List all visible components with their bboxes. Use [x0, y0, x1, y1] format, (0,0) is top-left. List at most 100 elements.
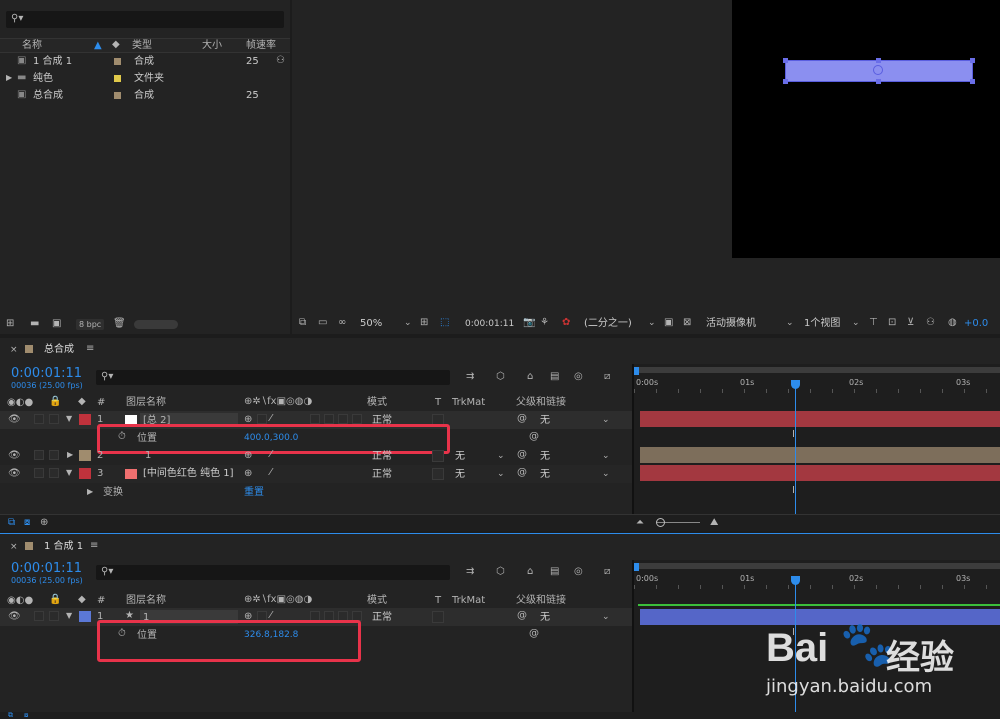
- fast-previews-icon[interactable]: ▣: [664, 318, 673, 328]
- label-swatch[interactable]: [79, 468, 91, 479]
- mode-dropdown[interactable]: 正常: [372, 470, 392, 480]
- layer-name[interactable]: [中间色红色 纯色 1]: [143, 469, 234, 479]
- expand-arrow-icon[interactable]: ▶: [6, 74, 12, 82]
- viewer-timecode[interactable]: 0:00:01:11: [465, 320, 514, 329]
- zoom-out-icon[interactable]: ⏶: [636, 518, 644, 528]
- eye-icon[interactable]: 👁: [8, 415, 21, 425]
- layer-row[interactable]: 👁 ▼ 3 [中间色红色 纯色 1] ⊕ ⁄ 正常 无 ⌄ @ 无 ⌄: [0, 465, 632, 483]
- expand-switches-icon[interactable]: ⧉: [8, 518, 15, 528]
- views-dropdown[interactable]: 1个视图: [804, 319, 840, 329]
- render-icon[interactable]: ⊡: [888, 318, 896, 328]
- exposure-reset-icon[interactable]: ◍: [948, 318, 957, 328]
- trash-icon[interactable]: 🗑: [113, 319, 126, 329]
- mode-dropdown[interactable]: 正常: [372, 452, 392, 462]
- reset-link[interactable]: 重置: [244, 488, 264, 498]
- new-folder-icon[interactable]: ▬: [30, 319, 39, 329]
- composition-mini-flowchart-icon[interactable]: ⇉: [466, 372, 474, 382]
- tab-menu-icon[interactable]: ≡: [86, 344, 94, 354]
- region-of-interest-icon[interactable]: ⬚: [440, 318, 449, 328]
- lock-icon[interactable]: 🔒: [49, 595, 61, 605]
- parent-dropdown[interactable]: 无: [540, 613, 550, 623]
- eye-icon[interactable]: 👁: [8, 612, 21, 622]
- pickwhip-icon[interactable]: @: [517, 468, 527, 478]
- mask-visibility-icon[interactable]: ∞: [338, 318, 346, 328]
- new-composition-icon[interactable]: ▣: [52, 319, 61, 329]
- transparency-grid-icon[interactable]: ⊠: [683, 318, 691, 328]
- video-switch-icon[interactable]: ◉◐●: [7, 596, 33, 606]
- draft-3d-icon[interactable]: ⬡: [496, 372, 505, 382]
- camera-dropdown[interactable]: 活动摄像机: [706, 319, 756, 329]
- exposure-value[interactable]: +0.0: [964, 319, 988, 329]
- bounding-box-handle[interactable]: [783, 58, 788, 63]
- trkmat-dropdown[interactable]: 无: [455, 452, 465, 462]
- color-channels-icon[interactable]: ✿: [562, 318, 570, 328]
- solo-switch[interactable]: [34, 450, 44, 460]
- layer-bar[interactable]: [640, 465, 1000, 481]
- current-time[interactable]: 0:00:01:11: [11, 562, 82, 575]
- interpret-footage-icon[interactable]: ⊞: [6, 319, 14, 329]
- collapse-switch-icon[interactable]: ⊕: [244, 451, 252, 461]
- snapshot-icon[interactable]: 📷: [523, 318, 535, 328]
- parent-dropdown[interactable]: 无: [540, 452, 550, 462]
- lock-switch[interactable]: [49, 414, 59, 424]
- work-area-bar[interactable]: [638, 563, 1000, 569]
- preserve-transparency-switch[interactable]: [432, 468, 444, 480]
- work-area-start[interactable]: [634, 563, 639, 571]
- column-parent[interactable]: 父级和链接: [516, 398, 566, 408]
- work-area-start[interactable]: [634, 367, 639, 375]
- pickwhip-icon[interactable]: @: [517, 611, 527, 621]
- project-item[interactable]: ▣ 1 合成 1 合成 25 ⚇: [0, 54, 290, 71]
- expand-modes-icon[interactable]: ⧇: [24, 518, 30, 528]
- switch-box[interactable]: [257, 414, 267, 424]
- switch-box[interactable]: [310, 414, 320, 424]
- layer-search-input[interactable]: ⚲▾: [96, 565, 450, 580]
- pickwhip-icon[interactable]: @: [517, 414, 527, 424]
- timeline-tab[interactable]: 总合成: [44, 345, 74, 355]
- label-swatch[interactable]: [114, 58, 121, 65]
- sort-arrow-icon[interactable]: ▲: [94, 41, 102, 51]
- zoom-dropdown[interactable]: 50%: [360, 319, 382, 329]
- expand-duration-icon[interactable]: ⊕: [40, 518, 48, 528]
- pickwhip-icon[interactable]: @: [529, 629, 539, 639]
- label-swatch[interactable]: [79, 611, 91, 622]
- motion-blur-icon[interactable]: ◎: [574, 567, 583, 577]
- monitor-icon[interactable]: ▭: [318, 318, 327, 328]
- quality-switch-icon[interactable]: ⁄: [270, 414, 272, 424]
- project-search-input[interactable]: ⚲▾: [6, 11, 284, 28]
- switch-box[interactable]: [338, 414, 348, 424]
- safe-margins-icon[interactable]: ⊞: [420, 318, 428, 328]
- label-swatch[interactable]: [79, 450, 91, 461]
- twirl-down-icon[interactable]: ▼: [66, 469, 72, 477]
- preserve-transparency-switch[interactable]: [432, 611, 444, 623]
- layer-row[interactable]: 👁 ▶ 2 1 ⊕ ⁄ 正常 无 ⌄ @ 无 ⌄: [0, 447, 632, 465]
- switch-box[interactable]: [324, 414, 334, 424]
- column-name[interactable]: 名称: [22, 41, 42, 51]
- toggle-pixel-aspect-icon[interactable]: ⊤: [869, 318, 878, 328]
- column-parent[interactable]: 父级和链接: [516, 596, 566, 606]
- lock-switch[interactable]: [49, 468, 59, 478]
- quality-switch-icon[interactable]: ⁄: [270, 450, 272, 460]
- shy-layers-icon[interactable]: ⌂: [527, 372, 533, 382]
- close-tab-icon[interactable]: ×: [10, 346, 18, 355]
- label-swatch[interactable]: [114, 92, 121, 99]
- pickwhip-icon[interactable]: @: [529, 432, 539, 442]
- project-item[interactable]: ▶ ▬ 纯色 文件夹: [0, 71, 290, 88]
- draft-3d-icon[interactable]: ⬡: [496, 567, 505, 577]
- project-item[interactable]: ▣ 总合成 合成 25: [0, 88, 290, 105]
- project-scrollbar[interactable]: [134, 320, 178, 329]
- shy-layers-icon[interactable]: ⌂: [527, 567, 533, 577]
- layer-search-input[interactable]: ⚲▾: [96, 370, 450, 385]
- graph-editor-icon[interactable]: ⧄: [604, 567, 610, 577]
- solo-switch[interactable]: [34, 468, 44, 478]
- lock-switch[interactable]: [49, 611, 59, 621]
- bounding-box-handle[interactable]: [783, 79, 788, 84]
- twirl-right-icon[interactable]: ▶: [87, 488, 93, 496]
- zoom-slider-handle[interactable]: [656, 518, 665, 527]
- column-mode[interactable]: 模式: [367, 596, 387, 606]
- column-type[interactable]: 类型: [132, 41, 152, 51]
- tab-menu-icon[interactable]: ≡: [90, 541, 98, 551]
- current-time[interactable]: 0:00:01:11: [11, 367, 82, 380]
- graph-editor-icon[interactable]: ⧄: [604, 372, 610, 382]
- label-tag-icon[interactable]: ◆: [78, 397, 86, 407]
- bounding-box-handle[interactable]: [876, 58, 881, 63]
